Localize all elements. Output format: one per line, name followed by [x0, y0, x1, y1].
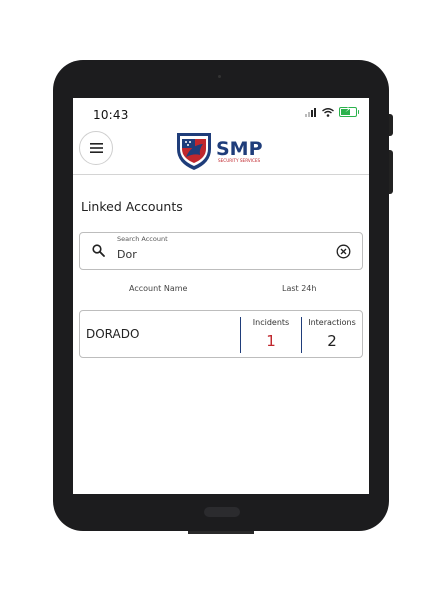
search-input[interactable]: Dor — [117, 248, 137, 261]
hamburger-menu-icon — [89, 143, 103, 153]
incidents-count: 1 — [266, 332, 276, 350]
logo-subtitle: SECURITY SERVICES — [218, 158, 261, 163]
status-time: 10:43 — [93, 108, 129, 122]
column-header-account-name: Account Name — [129, 284, 188, 293]
volume-button — [389, 114, 393, 136]
home-button[interactable] — [204, 507, 240, 517]
menu-button[interactable] — [79, 131, 113, 165]
page-title: Linked Accounts — [81, 199, 183, 214]
status-icons: ⚡ — [305, 105, 359, 117]
interactions-label: Interactions — [308, 318, 356, 327]
search-account-field[interactable]: Search Account Dor — [79, 232, 363, 270]
tablet-frame: 10:43 ⚡ SMP SECURITY SERVICES Linked Acc… — [53, 60, 393, 534]
interactions-count: 2 — [327, 332, 337, 350]
account-row[interactable]: DORADO Incidents 1 Interactions 2 — [79, 310, 363, 358]
logo-text: SMP — [216, 138, 263, 160]
wifi-icon — [322, 107, 334, 117]
status-bar: 10:43 ⚡ — [73, 98, 369, 126]
smp-logo: SMP SECURITY SERVICES — [177, 133, 263, 170]
incidents-label: Incidents — [252, 318, 290, 327]
charging-bolt-icon: ⚡ — [345, 105, 351, 114]
app-header: SMP SECURITY SERVICES — [73, 126, 369, 175]
search-field-label: Search Account — [117, 235, 168, 243]
charging-port — [188, 531, 254, 534]
search-icon — [92, 244, 105, 257]
power-button — [389, 150, 393, 194]
app-screen: 10:43 ⚡ SMP SECURITY SERVICES Linked Acc… — [73, 98, 369, 494]
signal-icon — [305, 107, 316, 117]
account-name: DORADO — [86, 327, 140, 341]
battery-icon: ⚡ — [339, 105, 359, 117]
column-header-last-24h: Last 24h — [282, 284, 317, 293]
camera-dot — [218, 75, 221, 78]
clear-search-icon[interactable] — [336, 244, 351, 259]
